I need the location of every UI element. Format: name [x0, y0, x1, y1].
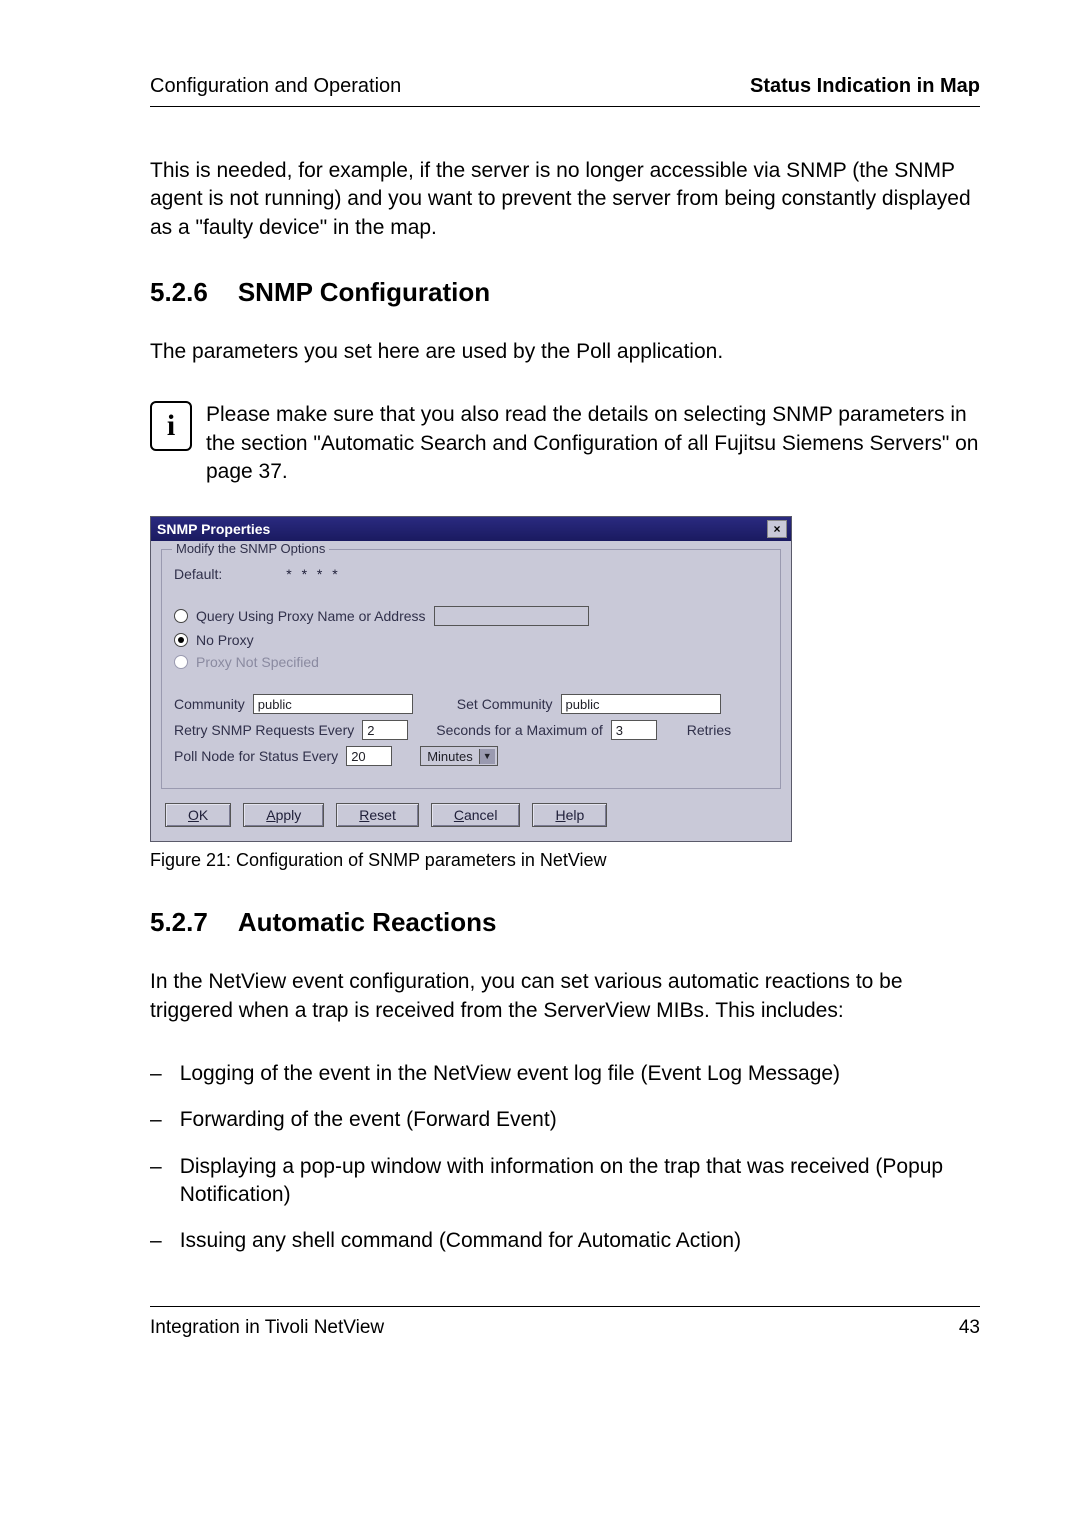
section-526-num: 5.2.6 — [150, 277, 208, 308]
poll-unit-value: Minutes — [427, 749, 473, 764]
info-icon-glyph: i — [167, 411, 175, 441]
max-retries-input[interactable]: 3 — [611, 720, 657, 740]
header-right: Status Indication in Map — [750, 75, 980, 98]
poll-label: Poll Node for Status Every — [174, 748, 338, 764]
section-527-num: 5.2.7 — [150, 907, 208, 938]
intro-paragraph: This is needed, for example, if the serv… — [150, 157, 980, 242]
section-527-heading: 5.2.7 Automatic Reactions — [150, 907, 980, 938]
list-item-text: Logging of the event in the NetView even… — [180, 1060, 840, 1088]
reactions-list: –Logging of the event in the NetView eve… — [150, 1060, 980, 1256]
radio-no-proxy[interactable]: No Proxy — [174, 632, 768, 648]
radio-proxy-not-specified: Proxy Not Specified — [174, 654, 768, 670]
info-note: i Please make sure that you also read th… — [150, 401, 980, 486]
snmp-dialog-figure: SNMP Properties × Modify the SNMP Option… — [150, 516, 980, 842]
retry-input[interactable]: 2 — [362, 720, 408, 740]
footer-left: Integration in Tivoli NetView — [150, 1317, 384, 1339]
retries-label: Retries — [687, 722, 731, 738]
dialog-title: SNMP Properties — [157, 521, 270, 537]
reset-button[interactable]: Reset — [336, 803, 419, 827]
default-label: Default: — [174, 566, 222, 582]
section-526-p1: The parameters you set here are used by … — [150, 338, 980, 366]
radio-proxy-name-label: Query Using Proxy Name or Address — [196, 608, 426, 624]
poll-input[interactable]: 20 — [346, 746, 392, 766]
list-item: –Displaying a pop-up window with informa… — [150, 1153, 980, 1210]
radio-proxy-not-specified-label: Proxy Not Specified — [196, 654, 319, 670]
list-item: –Logging of the event in the NetView eve… — [150, 1060, 980, 1088]
figure-caption: Figure 21: Configuration of SNMP paramet… — [150, 850, 980, 871]
retry-label: Retry SNMP Requests Every — [174, 722, 354, 738]
radio-proxy-name[interactable]: Query Using Proxy Name or Address — [174, 606, 768, 626]
seconds-label: Seconds for a Maximum of — [436, 722, 603, 738]
page-number: 43 — [959, 1317, 980, 1339]
dialog-titlebar: SNMP Properties × — [151, 517, 791, 541]
radio-no-proxy-label: No Proxy — [196, 632, 254, 648]
section-527-title: Automatic Reactions — [238, 907, 497, 937]
section-527-p1: In the NetView event configuration, you … — [150, 968, 980, 1025]
modify-snmp-options-group: Modify the SNMP Options Default: * * * *… — [161, 549, 781, 789]
info-note-text: Please make sure that you also read the … — [206, 401, 980, 486]
list-item-text: Displaying a pop-up window with informat… — [180, 1153, 980, 1210]
proxy-address-input[interactable] — [434, 606, 589, 626]
set-community-label: Set Community — [457, 696, 553, 712]
dialog-button-row: OK Apply Reset Cancel Help — [151, 803, 791, 841]
list-item-text: Forwarding of the event (Forward Event) — [180, 1106, 557, 1134]
header-left: Configuration and Operation — [150, 75, 401, 98]
page-header: Configuration and Operation Status Indic… — [150, 75, 980, 107]
apply-button[interactable]: Apply — [243, 803, 324, 827]
radio-icon[interactable] — [174, 633, 188, 647]
page-footer: Integration in Tivoli NetView 43 — [150, 1306, 980, 1339]
help-button[interactable]: Help — [532, 803, 607, 827]
info-icon: i — [150, 401, 192, 451]
snmp-properties-dialog: SNMP Properties × Modify the SNMP Option… — [150, 516, 792, 842]
ok-button[interactable]: OK — [165, 803, 231, 827]
groupbox-label: Modify the SNMP Options — [172, 541, 329, 556]
list-item-text: Issuing any shell command (Command for A… — [180, 1227, 741, 1255]
radio-icon[interactable] — [174, 609, 188, 623]
radio-icon — [174, 655, 188, 669]
set-community-input[interactable]: public — [561, 694, 721, 714]
chevron-down-icon[interactable]: ▼ — [479, 749, 495, 764]
cancel-button[interactable]: Cancel — [431, 803, 521, 827]
poll-unit-select[interactable]: Minutes ▼ — [420, 746, 498, 766]
community-input[interactable]: public — [253, 694, 413, 714]
default-value: * * * * — [286, 566, 340, 582]
close-icon[interactable]: × — [767, 520, 787, 538]
list-item: –Forwarding of the event (Forward Event) — [150, 1106, 980, 1134]
community-label: Community — [174, 696, 245, 712]
section-526-heading: 5.2.6 SNMP Configuration — [150, 277, 980, 308]
section-526-title: SNMP Configuration — [238, 277, 490, 307]
list-item: –Issuing any shell command (Command for … — [150, 1227, 980, 1255]
